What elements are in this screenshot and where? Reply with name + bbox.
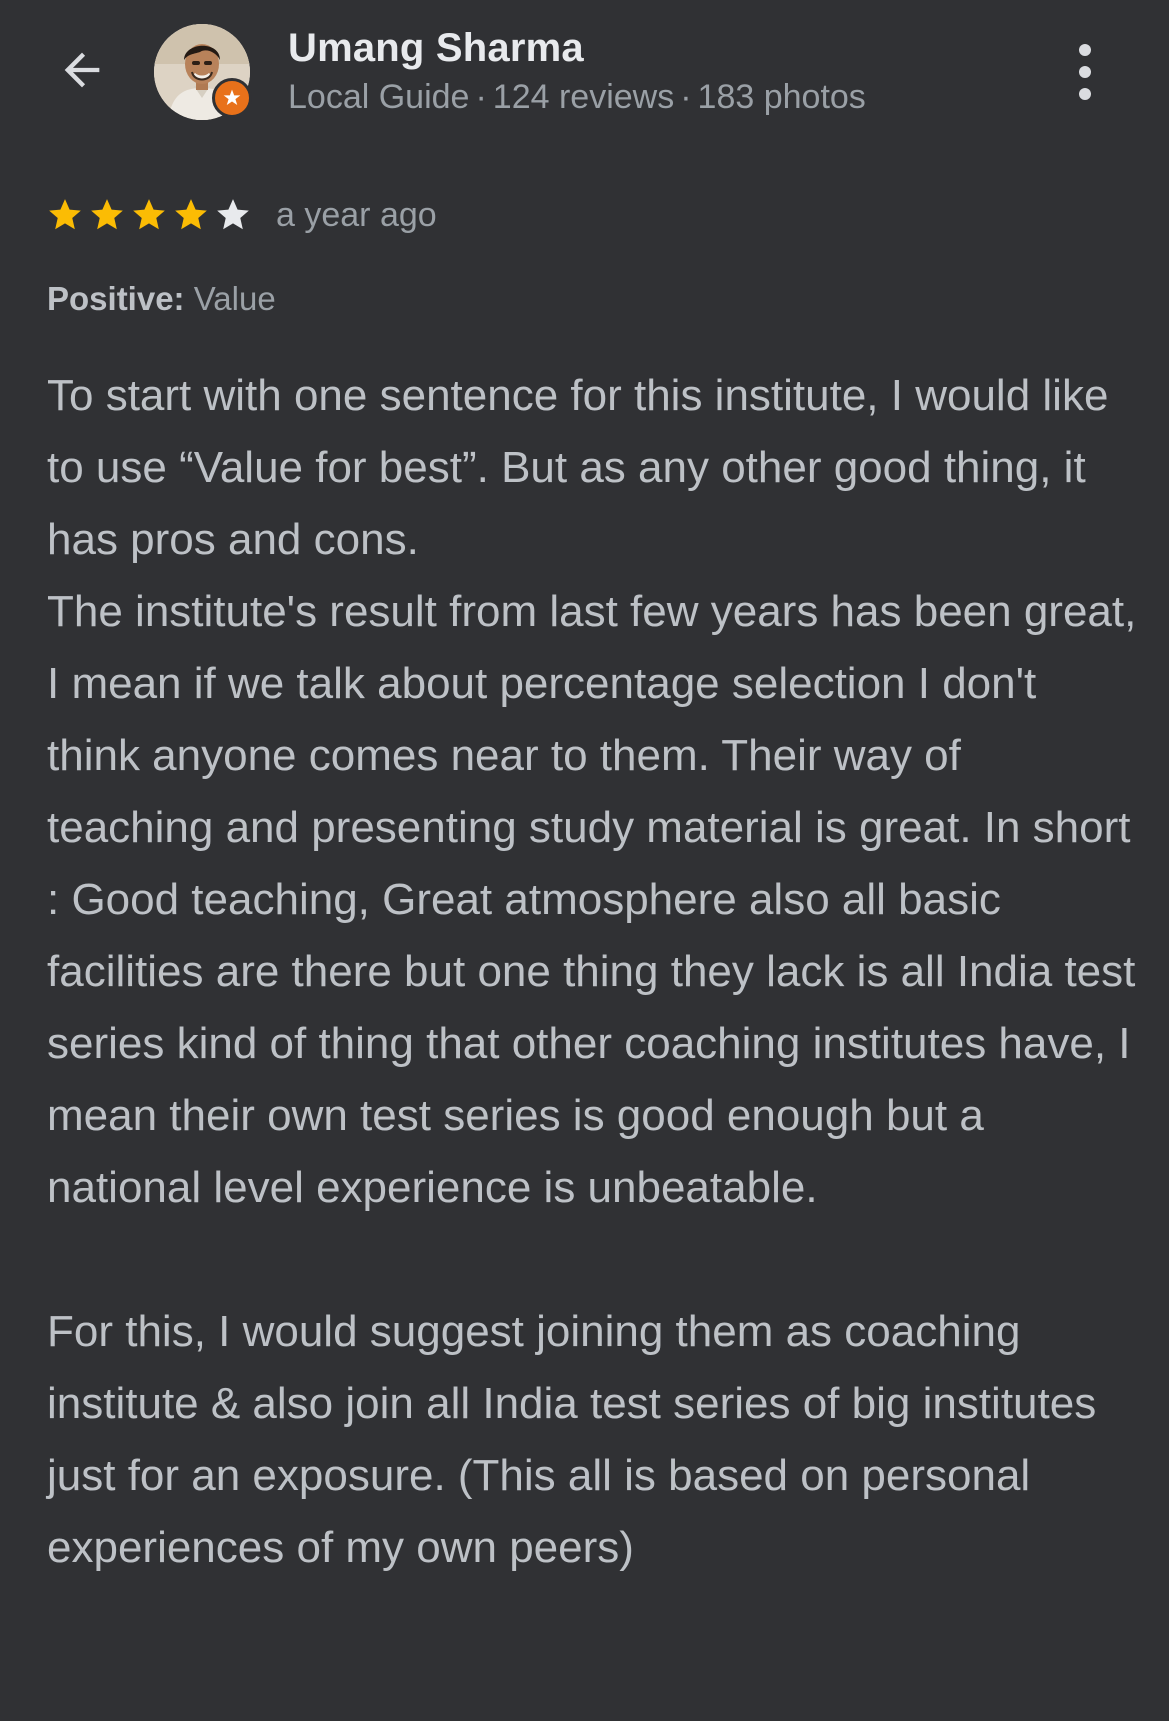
star-empty-icon <box>217 199 249 230</box>
back-button[interactable] <box>52 40 112 100</box>
review-attributes: Positive: Value <box>47 280 276 318</box>
attribute-label: Positive: <box>47 280 185 317</box>
star-filled-icon <box>49 199 81 230</box>
more-options-button[interactable] <box>1060 44 1110 100</box>
reviewer-avatar-container[interactable] <box>154 24 252 120</box>
reviewer-meta: Local Guide · 124 reviews · 183 photos <box>288 78 866 117</box>
review-time: a year ago <box>276 195 437 234</box>
review-paragraph: To start with one sentence for this inst… <box>47 371 1109 564</box>
reviews-count: 124 reviews <box>492 78 675 116</box>
meta-separator: · <box>475 78 487 116</box>
star-filled-icon <box>175 199 207 230</box>
rating-row: a year ago <box>46 190 437 240</box>
review-paragraph: The institute's result from last few yea… <box>47 587 1137 1212</box>
star-filled-icon <box>133 199 165 230</box>
local-guide-badge <box>212 78 252 118</box>
more-vert-icon-dot <box>1079 44 1091 56</box>
star-rating <box>46 196 252 234</box>
arrow-back-icon <box>64 52 100 88</box>
local-guide-label: Local Guide <box>288 78 470 116</box>
more-vert-icon-dot <box>1079 66 1091 78</box>
review-body: To start with one sentence for this inst… <box>47 360 1137 1584</box>
meta-separator: · <box>680 78 692 116</box>
star-filled-icon <box>91 199 123 230</box>
more-vert-icon-dot <box>1079 88 1091 100</box>
local-guide-star-icon <box>223 89 241 105</box>
review-header: Umang Sharma Local Guide · 124 reviews · 183… <box>0 0 1169 150</box>
photos-count: 183 photos <box>697 78 866 116</box>
reviewer-name[interactable]: Umang Sharma <box>288 26 584 71</box>
review-paragraph: For this, I would suggest joining them a… <box>47 1307 1097 1572</box>
attribute-value: Value <box>193 280 276 317</box>
